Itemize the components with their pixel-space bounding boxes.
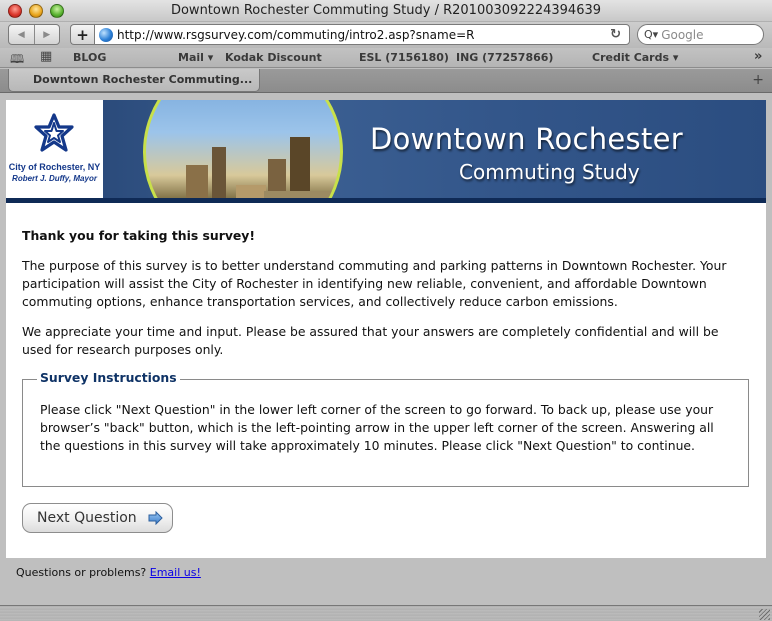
right-arrow-icon	[148, 511, 163, 525]
banner-subtitle: Commuting Study	[459, 160, 640, 184]
url-input[interactable]: http://www.rsgsurvey.com/commuting/intro…	[117, 28, 610, 42]
next-question-button[interactable]: Next Question	[22, 503, 173, 533]
page-footer: Questions or problems? Email us!	[16, 566, 201, 579]
city-of-rochester-flower-icon	[34, 113, 74, 152]
bookmark-blog[interactable]: BLOG	[73, 51, 106, 64]
footer-question-text: Questions or problems?	[16, 566, 147, 579]
browser-toolbar: ◀ ▶ + http://www.rsgsurvey.com/commuting…	[0, 22, 772, 48]
globe-icon	[99, 27, 113, 42]
status-bar	[0, 605, 772, 621]
thank-you-heading: Thank you for taking this survey!	[22, 228, 256, 243]
tab-bar: Downtown Rochester Commuting... +	[0, 69, 772, 93]
back-forward-group: ◀ ▶	[8, 24, 60, 45]
bookmark-mail-menu[interactable]: Mail ▾	[178, 51, 213, 64]
logo-mayor-name: Robert J. Duffy, Mayor	[12, 174, 97, 183]
top-sites-grid-icon[interactable]: ▦	[40, 49, 52, 64]
rochester-skyline-image	[143, 100, 343, 203]
window-resize-grip[interactable]	[759, 609, 770, 620]
search-field[interactable]: Q▾ Google	[637, 24, 764, 45]
tab-downtown-rochester[interactable]: Downtown Rochester Commuting...	[8, 69, 260, 92]
window-title: Downtown Rochester Commuting Study / R20…	[170, 3, 602, 18]
logo-city-name: City of Rochester, NY	[8, 162, 101, 172]
bookmark-credit-cards-menu[interactable]: Credit Cards ▾	[592, 51, 678, 64]
reload-icon[interactable]: ↻	[610, 27, 621, 42]
search-placeholder: Google	[661, 27, 704, 42]
intro-content: Thank you for taking this survey! The pu…	[22, 227, 752, 371]
confidentiality-paragraph: We appreciate your time and input. Pleas…	[22, 324, 719, 357]
bookmarks-bar: 🕮 ▦ BLOG Mail ▾ Kodak Discount ESL (7156…	[0, 48, 772, 68]
study-banner: City of Rochester, NY Robert J. Duffy, M…	[6, 100, 766, 203]
forward-arrow-icon: ▶	[43, 29, 51, 40]
search-icon[interactable]: Q▾	[644, 28, 658, 41]
bookmark-ing[interactable]: ING (77257866)	[456, 51, 553, 64]
bookmark-kodak-discount[interactable]: Kodak Discount	[225, 51, 322, 64]
email-us-link[interactable]: Email us!	[150, 566, 201, 579]
bookmark-esl[interactable]: ESL (7156180)	[359, 51, 449, 64]
add-bookmark-button[interactable]: +	[70, 24, 94, 45]
purpose-paragraph: The purpose of this survey is to better …	[22, 258, 727, 309]
forward-button[interactable]: ▶	[33, 25, 60, 44]
back-button[interactable]: ◀	[9, 25, 34, 44]
new-tab-icon[interactable]: +	[752, 72, 764, 88]
next-question-label: Next Question	[37, 510, 137, 526]
city-logo: City of Rochester, NY Robert J. Duffy, M…	[6, 100, 103, 198]
bookmarks-overflow-icon[interactable]: »	[754, 49, 762, 64]
back-arrow-icon: ◀	[17, 29, 25, 40]
survey-instructions-box: Survey Instructions Please click "Next Q…	[22, 370, 749, 487]
survey-instructions-text: Please click "Next Question" in the lowe…	[40, 402, 714, 453]
window-titlebar: Downtown Rochester Commuting Study / R20…	[0, 0, 772, 22]
address-bar[interactable]: http://www.rsgsurvey.com/commuting/intro…	[94, 24, 630, 45]
survey-instructions-legend: Survey Instructions	[37, 370, 180, 385]
banner-bottom-strip	[6, 198, 766, 203]
bookmarks-book-icon[interactable]: 🕮	[10, 50, 24, 71]
web-page: City of Rochester, NY Robert J. Duffy, M…	[6, 100, 766, 558]
banner-title: Downtown Rochester	[370, 122, 684, 156]
